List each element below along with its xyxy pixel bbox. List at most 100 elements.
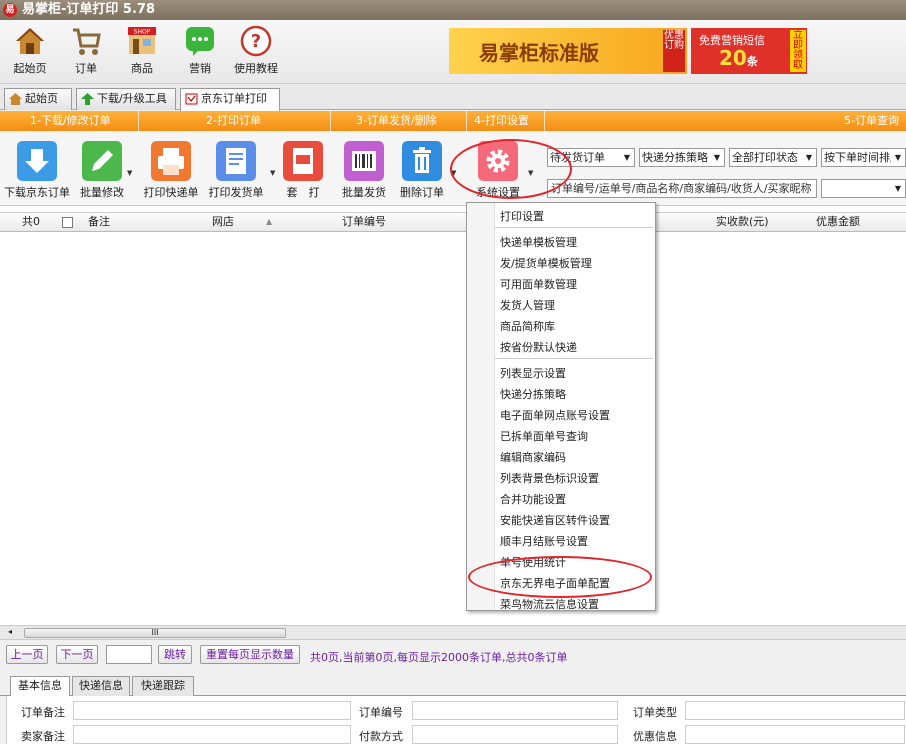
search-field-select[interactable]: ▼ xyxy=(821,179,906,198)
orders-button[interactable]: 订单 xyxy=(56,24,116,80)
standard-edition-banner[interactable]: 易掌柜标准版 优惠订购 xyxy=(449,28,687,74)
menu-item-split-order-query[interactable]: 已拆单面单号查询 xyxy=(500,428,588,444)
menu-item-merge-settings[interactable]: 合并功能设置 xyxy=(500,491,566,507)
order-detail-panel: 订单备注 订单编号 订单类型 卖家备注 付款方式 优惠信息 xyxy=(6,696,906,744)
tab-download-tools[interactable]: 下载/升级工具 xyxy=(76,88,176,110)
delete-order-button[interactable]: 删除订单 xyxy=(396,141,448,203)
menu-item-merchant-code[interactable]: 编辑商家编码 xyxy=(500,449,566,465)
home-button[interactable]: 起始页 xyxy=(0,24,60,80)
trash-icon xyxy=(402,141,442,181)
horizontal-scrollbar[interactable]: ◂ III xyxy=(0,626,906,640)
menu-item-product-alias[interactable]: 商品简称库 xyxy=(500,318,555,334)
menu-item-sender[interactable]: 发货人管理 xyxy=(500,297,555,313)
chevron-down-icon: ▼ xyxy=(891,149,905,166)
batch-edit-button[interactable]: 批量修改 xyxy=(76,141,128,203)
chevron-down-icon: ▼ xyxy=(891,180,905,197)
gear-icon xyxy=(478,141,518,181)
menu-item-anneng-transfer[interactable]: 安能快递盲区转件设置 xyxy=(500,512,610,528)
download-arrow-icon xyxy=(17,141,57,181)
menu-item-express-template[interactable]: 快递单模板管理 xyxy=(500,234,577,250)
menu-item-waybill-count[interactable]: 可用面单数管理 xyxy=(500,276,577,292)
tab-express-tracking[interactable]: 快递跟踪 xyxy=(132,676,194,696)
menu-item-number-stats[interactable]: 单号使用统计 xyxy=(500,554,566,570)
order-status-select[interactable]: 待发货订单 ▼ xyxy=(547,148,635,167)
column-shop[interactable]: 网店 xyxy=(212,213,234,231)
column-discount[interactable]: 优惠金额 xyxy=(816,213,860,231)
arrow-up-icon xyxy=(81,93,94,105)
marketing-button[interactable]: 营销 xyxy=(170,24,230,80)
step-print: 2-打印订单 xyxy=(206,114,261,127)
scroll-left-icon[interactable]: ◂ xyxy=(8,627,12,636)
menu-item-sf-account[interactable]: 顺丰月结账号设置 xyxy=(500,533,588,549)
print-invoice-button[interactable]: 打印发货单 xyxy=(206,141,266,203)
system-settings-dropdown-icon[interactable]: ▼ xyxy=(528,169,533,177)
delete-order-dropdown-icon[interactable]: ▼ xyxy=(451,169,456,177)
reset-page-size-button[interactable]: 重置每页显示数量 xyxy=(200,645,300,664)
menu-item-jd-wujie-eorder[interactable]: 京东无界电子面单配置 xyxy=(500,575,610,591)
order-note-field[interactable] xyxy=(73,701,351,720)
pay-method-label: 付款方式 xyxy=(359,730,403,743)
system-settings-button[interactable]: 系统设置 xyxy=(470,141,526,203)
select-all-checkbox[interactable] xyxy=(62,217,73,228)
pencil-icon xyxy=(82,141,122,181)
menu-item-print-settings[interactable]: 打印设置 xyxy=(500,208,544,224)
menu-item-list-display[interactable]: 列表显示设置 xyxy=(500,365,566,381)
system-settings-menu: 打印设置 快递单模板管理 发/提货单模板管理 可用面单数管理 发货人管理 商品简… xyxy=(466,202,656,611)
step-query: 5-订单查询 xyxy=(844,114,899,127)
free-sms-banner[interactable]: 免费营销短信 20条 立即领取 xyxy=(691,28,807,74)
pager-info: 共0页,当前第0页,每页显示2000条订单,总共0条订单 xyxy=(310,651,568,664)
seller-note-field[interactable] xyxy=(73,725,351,744)
batch-ship-button[interactable]: 批量发货 xyxy=(338,141,390,203)
menu-item-eorder-account[interactable]: 电子面单网点账号设置 xyxy=(500,407,610,423)
discount-info-field[interactable] xyxy=(685,725,905,744)
menu-item-sorting-strategy[interactable]: 快递分拣策略 xyxy=(500,386,566,402)
column-actual-paid[interactable]: 实收款(元) xyxy=(716,213,769,231)
pdf-print-icon xyxy=(283,141,323,181)
tab-home[interactable]: 起始页 xyxy=(4,88,72,110)
step-ship: 3-订单发货/删除 xyxy=(356,114,437,127)
menu-item-default-express-by-province[interactable]: 按省份默认快递 xyxy=(500,339,577,355)
tutorial-button[interactable]: ? 使用教程 xyxy=(226,24,286,80)
window-title: 易掌柜-订单打印 5.78 xyxy=(22,2,155,17)
app-logo-icon: 易 xyxy=(3,3,17,17)
help-icon: ? xyxy=(240,25,272,57)
next-page-button[interactable]: 下一页 xyxy=(56,645,98,664)
sort-order-select[interactable]: 按下单时间排序 ▼ xyxy=(821,148,906,167)
step-download: 1-下载/修改订单 xyxy=(30,114,111,127)
svg-text:?: ? xyxy=(251,31,261,52)
products-button[interactable]: SHOP 商品 xyxy=(112,24,172,80)
jump-button[interactable]: 跳转 xyxy=(158,645,192,664)
scrollbar-thumb[interactable]: III xyxy=(24,628,286,638)
house-icon xyxy=(9,93,22,105)
printer-icon xyxy=(151,141,191,181)
column-note[interactable]: 备注 xyxy=(88,213,110,231)
order-grid: 共0 备注 网店 ▲ 订单编号 实收款(元) 优惠金额 xyxy=(0,206,906,626)
sorting-strategy-select[interactable]: 快递分拣策略 ▼ xyxy=(639,148,725,167)
document-icon xyxy=(216,141,256,181)
barcode-icon xyxy=(344,141,384,181)
tab-basic-info[interactable]: 基本信息 xyxy=(10,676,70,697)
window-title-bar: 易 易掌柜-订单打印 5.78 xyxy=(0,0,906,20)
cart-icon xyxy=(73,28,101,55)
search-input[interactable]: 订单编号/运单号/商品名称/商家编码/收货人/买家昵称 xyxy=(547,179,817,198)
step-print-settings: 4-打印设置 xyxy=(474,114,529,127)
menu-item-invoice-template[interactable]: 发/提货单模板管理 xyxy=(500,255,592,271)
menu-item-cainiao-cloud[interactable]: 菜鸟物流云信息设置 xyxy=(500,596,599,612)
chat-icon xyxy=(186,27,214,56)
batch-edit-dropdown-icon[interactable]: ▼ xyxy=(127,169,132,177)
download-jd-orders-button[interactable]: 下载京东订单 xyxy=(4,141,70,203)
print-express-button[interactable]: 打印快递单 xyxy=(140,141,202,203)
tab-express-info[interactable]: 快递信息 xyxy=(72,676,130,696)
prev-page-button[interactable]: 上一页 xyxy=(6,645,48,664)
tab-jd-order-print[interactable]: 京东订单打印 xyxy=(180,88,280,111)
print-invoice-dropdown-icon[interactable]: ▼ xyxy=(270,169,275,177)
print-status-select[interactable]: 全部打印状态 ▼ xyxy=(729,148,817,167)
menu-item-background-color[interactable]: 列表背景色标识设置 xyxy=(500,470,599,486)
page-number-input[interactable] xyxy=(106,645,152,664)
column-order-no[interactable]: 订单编号 xyxy=(342,213,386,231)
order-no-field[interactable] xyxy=(412,701,618,720)
combo-print-button[interactable]: 套 打 xyxy=(280,141,326,203)
pay-method-field[interactable] xyxy=(412,725,618,744)
order-type-field[interactable] xyxy=(685,701,905,720)
detail-tab-strip: 基本信息 快递信息 快递跟踪 xyxy=(0,674,906,697)
